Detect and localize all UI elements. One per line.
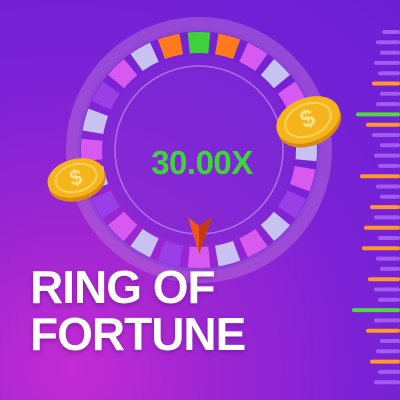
side-bar	[356, 112, 400, 117]
side-bar	[380, 50, 400, 55]
side-bar	[380, 143, 400, 148]
side-bar	[370, 359, 400, 364]
side-bar	[352, 308, 400, 313]
side-bar	[364, 225, 400, 230]
side-bar	[360, 174, 400, 179]
side-bar	[380, 339, 400, 343]
side-bar	[372, 81, 400, 86]
side-bar	[366, 328, 400, 333]
side-bar	[374, 215, 400, 220]
side-bar	[380, 194, 400, 199]
side-bar	[374, 380, 400, 385]
side-bar	[368, 277, 400, 282]
multiplier-value: 30.00X	[151, 144, 253, 181]
side-bar	[372, 133, 400, 137]
game-banner: $ $ 30.00X RING OF FORTUNE	[0, 0, 400, 400]
side-bar	[376, 256, 400, 261]
side-bar	[378, 163, 400, 168]
side-bar	[376, 40, 400, 45]
game-title-line-2: FORTUNE	[30, 308, 246, 360]
side-bar	[378, 297, 400, 302]
side-bar	[376, 102, 400, 107]
side-bar	[366, 122, 400, 127]
side-bar	[378, 71, 400, 76]
side-bar	[376, 184, 400, 189]
side-bar	[374, 153, 400, 158]
side-bar	[374, 287, 400, 292]
side-bar	[380, 266, 400, 271]
side-bar	[378, 369, 400, 374]
side-bar	[374, 318, 400, 323]
side-bar	[382, 30, 400, 34]
side-bar	[380, 91, 400, 96]
side-bar	[374, 60, 400, 65]
side-bar	[362, 246, 400, 251]
game-title-line-1: RING OF	[30, 261, 216, 313]
side-bar	[376, 349, 400, 354]
side-bar	[370, 205, 400, 210]
side-bar	[378, 236, 400, 240]
